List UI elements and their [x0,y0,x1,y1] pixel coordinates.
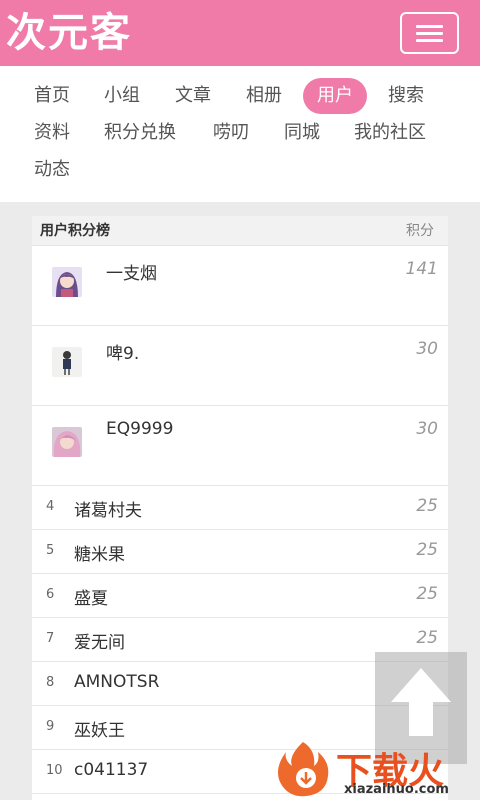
user-name[interactable]: 盛夏 [74,584,108,609]
watermark: 下载火 xiazaihuo.com [270,738,480,800]
user-score: 25 [416,584,438,604]
nav-item-search[interactable]: 搜索 [388,78,424,114]
standing-figure-avatar[interactable] [52,347,82,377]
main-nav: 首页 小组 文章 相册 用户 搜索 资料 积分兑换 唠叨 同城 我的社区 动态 [0,66,480,202]
user-name[interactable]: EQ9999 [106,419,173,439]
leaderboard-title: 用户积分榜 [40,223,110,239]
user-name[interactable]: AMNOTSR [74,672,159,692]
nav-item-my-community[interactable]: 我的社区 [354,115,426,151]
nav-item-users[interactable]: 用户 [303,78,367,114]
user-name[interactable]: c041137 [74,760,148,780]
nav-item-home[interactable]: 首页 [34,78,70,114]
anime-girl-avatar[interactable] [52,267,82,297]
pink-hair-avatar[interactable] [52,427,82,457]
user-name[interactable]: 巫妖王 [74,716,125,741]
leaderboard-row[interactable]: 4 诸葛村夫 25 [32,487,448,530]
watermark-url: xiazaihuo.com [344,782,449,797]
nav-item-groups[interactable]: 小组 [104,78,140,114]
score-column-header: 积分 [406,223,434,239]
user-score: 25 [416,496,438,516]
nav-item-points-exchange[interactable]: 积分兑换 [104,115,176,151]
rank-number: 10 [46,763,63,778]
rank-number: 8 [46,675,55,690]
user-score: 25 [416,540,438,560]
user-score: 30 [416,339,438,359]
nav-item-profile[interactable]: 资料 [34,115,70,151]
leaderboard-row[interactable]: EQ9999 30 [32,407,448,486]
rank-number: 9 [46,719,55,734]
rank-number: 7 [46,631,55,646]
rank-number: 5 [46,543,55,558]
rank-number: 6 [46,587,55,602]
leaderboard-row[interactable]: 6 盛夏 25 [32,575,448,618]
user-name[interactable]: 糖米果 [74,540,125,565]
nav-item-chatter[interactable]: 唠叨 [213,115,249,151]
leaderboard-header: 用户积分榜 积分 [32,216,448,246]
nav-item-activity[interactable]: 动态 [34,152,70,188]
user-score: 25 [416,628,438,648]
top-bar: 次元客 [0,0,480,66]
user-name[interactable]: 诸葛村夫 [74,496,142,521]
hamburger-menu-button[interactable] [400,12,459,54]
leaderboard-row[interactable]: 5 糖米果 25 [32,531,448,574]
user-name[interactable]: 爱无间 [74,628,125,653]
user-name[interactable]: 啤9. [106,339,139,364]
nav-item-albums[interactable]: 相册 [246,78,282,114]
leaderboard-row[interactable]: 一支烟 141 [32,247,448,326]
user-score: 30 [416,419,438,439]
site-logo[interactable]: 次元客 [6,6,132,60]
flame-logo-icon [278,742,329,797]
nav-item-same-city[interactable]: 同城 [284,115,320,151]
leaderboard-row[interactable]: 啤9. 30 [32,327,448,406]
nav-item-articles[interactable]: 文章 [175,78,211,114]
user-score: 141 [405,259,438,279]
rank-number: 4 [46,499,55,514]
user-name[interactable]: 一支烟 [106,259,157,284]
